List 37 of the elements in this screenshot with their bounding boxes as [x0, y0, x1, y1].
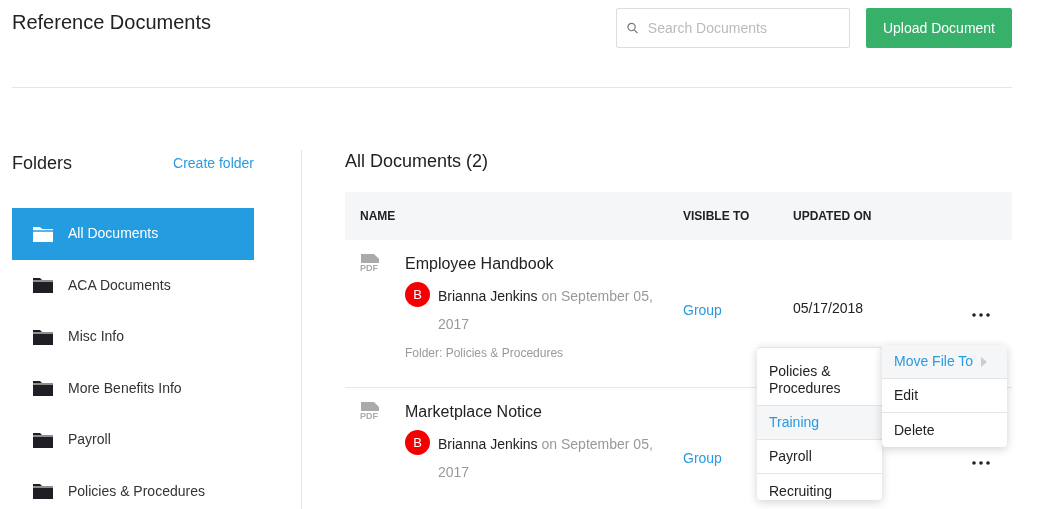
file-icon	[360, 254, 381, 263]
folder-item[interactable]: Policies & Procedures	[12, 465, 254, 509]
file-icon	[360, 402, 381, 411]
menu-item[interactable]: Delete	[882, 413, 1007, 447]
section-title: All Documents (2)	[345, 150, 490, 173]
folder-menu-item[interactable]: Recruiting	[757, 474, 882, 500]
search-box[interactable]: Search Documents	[615, 8, 850, 48]
folder-icon	[32, 482, 54, 501]
column-header: UPDATED ON	[793, 208, 873, 225]
folder-icon	[32, 224, 54, 243]
folder-item[interactable]: Payroll	[12, 414, 254, 466]
folder-menu-item[interactable]: Payroll	[757, 440, 882, 474]
folder-icon	[32, 276, 54, 295]
document-title[interactable]: Employee Handbook	[405, 252, 668, 276]
avatar: B	[405, 430, 430, 455]
folder-item[interactable]: More Benefits Info	[12, 362, 254, 414]
column-header: VISIBLE TO	[683, 208, 751, 225]
more-icon[interactable]	[972, 313, 990, 318]
document-title[interactable]: Marketplace Notice	[405, 400, 668, 424]
folder-item[interactable]: Misc Info	[12, 311, 254, 363]
page-title: Reference Documents	[12, 10, 211, 34]
updated-date: 05/17/2018	[793, 300, 864, 316]
folder-icon	[32, 430, 54, 449]
folder-item[interactable]: ACA Documents	[12, 259, 254, 311]
menu-item[interactable]: Edit	[882, 379, 1007, 413]
file-type-label: PDF	[360, 411, 379, 421]
folders-heading: Folders	[12, 152, 73, 175]
avatar: B	[405, 282, 430, 307]
column-header: NAME	[359, 208, 397, 225]
folder-icon	[32, 379, 54, 398]
author-line: Brianna Jenkins on September 05, 2017	[438, 435, 654, 482]
folder-label: Folder: Policies & Procedures	[405, 345, 565, 362]
folder-icon	[32, 327, 54, 346]
file-type-label: PDF	[360, 263, 379, 273]
more-icon[interactable]	[972, 461, 990, 466]
author-line: Brianna Jenkins on September 05, 2017	[438, 287, 654, 334]
search-icon	[626, 22, 638, 34]
